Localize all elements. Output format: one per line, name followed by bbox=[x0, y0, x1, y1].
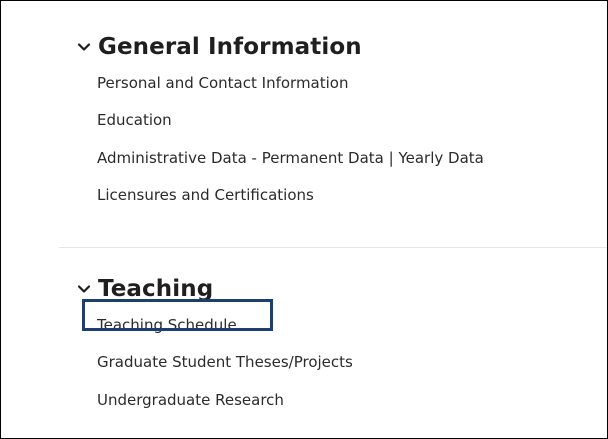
list-item: Licensures and Certifications bbox=[97, 177, 607, 215]
link-undergraduate-research[interactable]: Undergraduate Research bbox=[97, 391, 284, 409]
list-item: Education bbox=[97, 102, 607, 140]
link-personal-and-contact-information[interactable]: Personal and Contact Information bbox=[97, 74, 348, 92]
link-licensures-and-certifications[interactable]: Licensures and Certifications bbox=[97, 186, 314, 204]
section-title: General Information bbox=[98, 34, 362, 60]
list-item: Teaching Schedule bbox=[82, 299, 607, 344]
item-list: Teaching Schedule Graduate Student These… bbox=[82, 299, 607, 419]
chevron-down-icon[interactable] bbox=[77, 40, 91, 54]
list-item: Personal and Contact Information bbox=[97, 64, 607, 102]
section-general-information: General Information Personal and Contact… bbox=[1, 30, 607, 214]
item-list: Personal and Contact Information Educati… bbox=[97, 64, 607, 214]
section-title: Teaching bbox=[98, 276, 214, 302]
link-administrative-data[interactable]: Administrative Data - Permanent Data | Y… bbox=[97, 149, 484, 167]
list-item: Graduate Student Theses/Projects bbox=[97, 344, 607, 382]
section-divider bbox=[59, 247, 607, 248]
list-item: Undergraduate Research bbox=[97, 381, 607, 419]
link-graduate-student-theses-projects[interactable]: Graduate Student Theses/Projects bbox=[97, 353, 353, 371]
link-education[interactable]: Education bbox=[97, 111, 172, 129]
section-teaching: Teaching Teaching Schedule Graduate Stud… bbox=[1, 272, 607, 419]
link-teaching-schedule[interactable]: Teaching Schedule bbox=[97, 316, 237, 334]
section-header-teaching[interactable]: Teaching bbox=[77, 272, 607, 306]
list-item: Administrative Data - Permanent Data | Y… bbox=[97, 139, 607, 177]
page-frame: General Information Personal and Contact… bbox=[0, 0, 608, 439]
chevron-down-icon[interactable] bbox=[77, 282, 91, 296]
section-header-general-information[interactable]: General Information bbox=[77, 30, 607, 64]
